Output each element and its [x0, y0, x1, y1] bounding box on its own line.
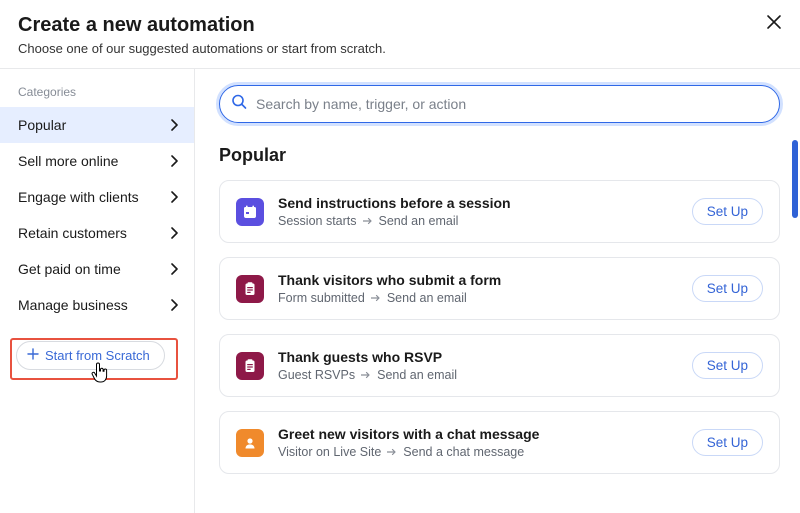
start-from-scratch-button[interactable]: Start from Scratch [16, 341, 165, 370]
search-input[interactable] [219, 85, 780, 123]
main-panel: Popular Send instructions before a sessi… [195, 69, 800, 513]
page-subtitle: Choose one of our suggested automations … [18, 41, 782, 56]
card-subtitle: Session starts Send an email [278, 214, 678, 228]
start-from-scratch-label: Start from Scratch [45, 348, 150, 363]
arrow-right-icon [361, 371, 371, 379]
automation-card: Thank guests who RSVP Guest RSVPs Send a… [219, 334, 780, 397]
arrow-right-icon [363, 217, 373, 225]
chevron-right-icon [170, 227, 178, 239]
sidebar-item-manage-business[interactable]: Manage business [0, 287, 194, 323]
section-title: Popular [219, 145, 780, 166]
card-subtitle: Guest RSVPs Send an email [278, 368, 678, 382]
card-subtitle: Form submitted Send an email [278, 291, 678, 305]
automation-card-list: Send instructions before a session Sessi… [219, 180, 780, 474]
chevron-right-icon [170, 263, 178, 275]
chevron-right-icon [170, 119, 178, 131]
sidebar-item-label: Engage with clients [18, 189, 139, 205]
card-title: Thank visitors who submit a form [278, 272, 678, 288]
scrollbar-thumb[interactable] [792, 140, 798, 218]
set-up-button[interactable]: Set Up [692, 198, 763, 225]
sidebar-item-label: Retain customers [18, 225, 127, 241]
sidebar-item-engage-clients[interactable]: Engage with clients [0, 179, 194, 215]
automation-card: Greet new visitors with a chat message V… [219, 411, 780, 474]
sidebar-item-label: Popular [18, 117, 66, 133]
clipboard-icon [236, 275, 264, 303]
calendar-icon [236, 198, 264, 226]
set-up-button[interactable]: Set Up [692, 429, 763, 456]
sidebar-item-sell-online[interactable]: Sell more online [0, 143, 194, 179]
sidebar-item-popular[interactable]: Popular [0, 107, 194, 143]
sidebar-item-get-paid[interactable]: Get paid on time [0, 251, 194, 287]
automation-card: Thank visitors who submit a form Form su… [219, 257, 780, 320]
sidebar: Categories Popular Sell more online Enga… [0, 69, 195, 513]
close-icon[interactable] [762, 10, 786, 39]
card-title: Greet new visitors with a chat message [278, 426, 678, 442]
chevron-right-icon [170, 191, 178, 203]
card-title: Send instructions before a session [278, 195, 678, 211]
sidebar-item-label: Sell more online [18, 153, 118, 169]
clipboard-icon [236, 352, 264, 380]
arrow-right-icon [371, 294, 381, 302]
plus-icon [27, 348, 39, 363]
arrow-right-icon [387, 448, 397, 456]
sidebar-item-label: Get paid on time [18, 261, 121, 277]
set-up-button[interactable]: Set Up [692, 275, 763, 302]
sidebar-item-label: Manage business [18, 297, 128, 313]
sidebar-heading: Categories [0, 79, 194, 107]
card-subtitle: Visitor on Live Site Send a chat message [278, 445, 678, 459]
chevron-right-icon [170, 155, 178, 167]
chevron-right-icon [170, 299, 178, 311]
card-title: Thank guests who RSVP [278, 349, 678, 365]
set-up-button[interactable]: Set Up [692, 352, 763, 379]
chat-avatar-icon [236, 429, 264, 457]
page-title: Create a new automation [18, 14, 782, 37]
sidebar-item-retain-customers[interactable]: Retain customers [0, 215, 194, 251]
automation-card: Send instructions before a session Sessi… [219, 180, 780, 243]
